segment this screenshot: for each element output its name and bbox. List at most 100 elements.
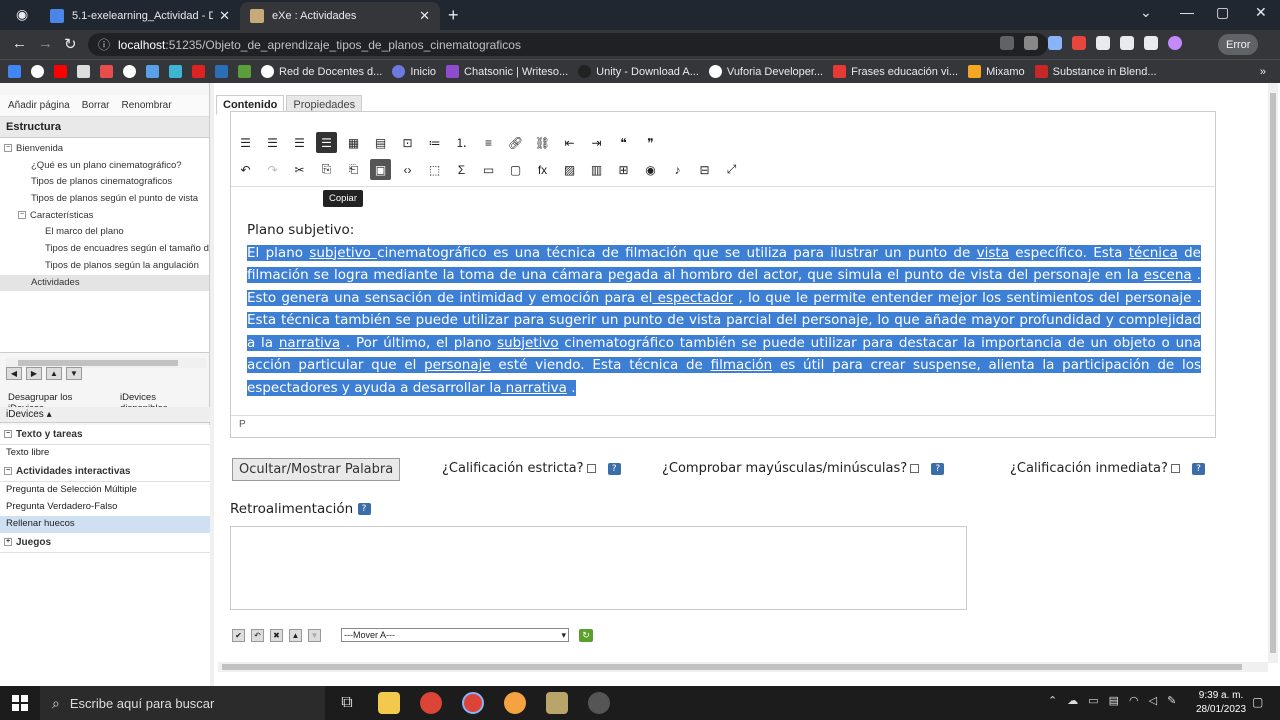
notifications-icon[interactable]: ▢ bbox=[1252, 695, 1263, 709]
align-icon[interactable]: ≡ bbox=[478, 132, 499, 153]
bookmark-unity[interactable]: Unity - Download A... bbox=[578, 65, 699, 78]
error-button[interactable]: Error bbox=[1218, 34, 1259, 55]
bookmark-icon[interactable] bbox=[123, 65, 136, 78]
undo-icon[interactable]: ↶ bbox=[235, 159, 256, 180]
layout-icon[interactable]: ▤ bbox=[370, 132, 391, 153]
close-icon[interactable]: ✕ bbox=[419, 8, 430, 24]
chrome-active-icon[interactable] bbox=[462, 692, 484, 714]
editor-content[interactable]: Plano subjetivo: El plano subjetivo cine… bbox=[247, 219, 1201, 399]
idevice-item[interactable]: Texto libre bbox=[0, 445, 210, 462]
paste-icon[interactable]: ⎗ bbox=[343, 159, 364, 180]
address-bar[interactable]: ⓘ localhost :51235/Objeto_de_aprendizaje… bbox=[88, 33, 1048, 56]
extension-icon[interactable] bbox=[1048, 36, 1062, 50]
star-icon[interactable] bbox=[1024, 36, 1038, 50]
network-icon[interactable]: ☁ bbox=[1067, 694, 1078, 707]
tree-node[interactable]: El marco del plano bbox=[0, 224, 209, 241]
battery-icon[interactable]: ▭ bbox=[1088, 694, 1098, 707]
scrollbar-thumb[interactable] bbox=[1270, 93, 1276, 653]
undo-icon[interactable]: ↶ bbox=[251, 628, 264, 642]
file-explorer-icon[interactable] bbox=[378, 692, 400, 714]
bookmark-mixamo[interactable]: Mixamo bbox=[968, 65, 1025, 78]
gap-word[interactable]: subjetivo bbox=[309, 244, 378, 261]
instant-checkbox[interactable] bbox=[1170, 464, 1180, 473]
copy-icon[interactable]: ⎘ bbox=[316, 159, 337, 180]
gap-word[interactable]: escena bbox=[1143, 267, 1192, 283]
taskbar-search[interactable]: ⌕ Escribe aquí para buscar bbox=[40, 686, 325, 720]
strict-checkbox[interactable] bbox=[586, 464, 596, 473]
gap-word[interactable]: filmación bbox=[710, 357, 773, 373]
info-icon[interactable]: ⓘ bbox=[98, 36, 110, 53]
scrollbar-thumb[interactable] bbox=[18, 360, 178, 366]
content-paragraph[interactable]: El plano subjetivo cinematográfico es un… bbox=[247, 242, 1201, 400]
bookmark-icon[interactable] bbox=[169, 65, 182, 78]
move-up-icon[interactable]: ▲ bbox=[46, 367, 62, 380]
gap-word[interactable]: subjetivo bbox=[497, 334, 559, 351]
reading-list-icon[interactable] bbox=[1120, 36, 1134, 50]
puzzle-icon[interactable] bbox=[1096, 36, 1110, 50]
align-right-icon[interactable]: ☰ bbox=[289, 132, 310, 153]
case-checkbox[interactable] bbox=[910, 464, 920, 473]
embed-icon[interactable]: ⬚ bbox=[424, 159, 445, 180]
close-icon[interactable]: ✕ bbox=[219, 8, 230, 24]
back-icon[interactable]: ← bbox=[12, 35, 27, 52]
move-to-select[interactable]: ---Mover A--- ▾ bbox=[341, 628, 569, 642]
vertical-scrollbar[interactable] bbox=[1268, 83, 1278, 663]
obs-icon[interactable] bbox=[588, 692, 610, 714]
gap-word[interactable]: personaje bbox=[424, 357, 491, 373]
align-justify-icon[interactable]: ☰ bbox=[316, 132, 337, 153]
outdent-icon[interactable]: ⇤ bbox=[559, 132, 580, 153]
category-text[interactable]: − Texto y tareas bbox=[0, 425, 210, 445]
bookmark-frases[interactable]: Frases educación vi... bbox=[833, 65, 958, 78]
reload-icon[interactable]: ↻ bbox=[64, 35, 77, 53]
table-icon[interactable]: ▦ bbox=[343, 132, 364, 153]
tree-node[interactable]: − Bienvenida bbox=[0, 141, 209, 158]
bookmark-red-docentes[interactable]: Red de Docentes d... bbox=[261, 65, 382, 78]
move-left-icon[interactable]: ◀ bbox=[6, 367, 22, 380]
align-left-icon[interactable]: ☰ bbox=[235, 132, 256, 153]
indent-icon[interactable]: ⇥ bbox=[586, 132, 607, 153]
media-icon[interactable]: ▥ bbox=[586, 159, 607, 180]
pen-icon[interactable]: ✎ bbox=[1167, 694, 1176, 707]
element-path[interactable]: P bbox=[239, 419, 246, 430]
delete-icon[interactable]: ✖ bbox=[270, 628, 283, 642]
bookmark-icon[interactable] bbox=[215, 65, 228, 78]
blockquote-icon[interactable]: ❝ bbox=[613, 132, 634, 153]
tree-node-selected[interactable]: Actividades bbox=[0, 274, 209, 292]
avatar[interactable] bbox=[1168, 36, 1182, 50]
bookmark-vuforia[interactable]: Vuforia Developer... bbox=[708, 65, 823, 78]
share-icon[interactable] bbox=[1000, 36, 1014, 50]
gap-word[interactable]: técnica bbox=[1128, 244, 1178, 261]
tree-node[interactable]: − Características bbox=[0, 208, 209, 225]
go-icon[interactable]: ↻ bbox=[579, 628, 593, 642]
comment-icon[interactable]: ▭ bbox=[478, 159, 499, 180]
move-up-icon[interactable]: ▲ bbox=[289, 628, 302, 642]
move-right-icon[interactable]: ▶ bbox=[26, 367, 42, 380]
bookmark-substance[interactable]: Substance in Blend... bbox=[1034, 65, 1157, 78]
idevice-item[interactable]: Pregunta Verdadero-Falso bbox=[0, 499, 210, 516]
forward-icon[interactable]: → bbox=[38, 35, 53, 52]
expand-icon[interactable]: + bbox=[4, 538, 12, 547]
numbered-list-icon[interactable]: ⒈ bbox=[451, 132, 472, 153]
chevron-down-icon[interactable]: ⌄ bbox=[1140, 4, 1152, 21]
cut-icon[interactable]: ✂ bbox=[289, 159, 310, 180]
volume-icon[interactable]: ◁ bbox=[1149, 694, 1157, 707]
image-icon[interactable]: ▨ bbox=[559, 159, 580, 180]
new-tab-icon[interactable]: + bbox=[448, 5, 459, 26]
rename-button[interactable]: Renombrar bbox=[122, 100, 172, 111]
sort-icon[interactable]: ▴ bbox=[47, 409, 52, 420]
exe-icon[interactable] bbox=[546, 692, 568, 714]
tab-exe[interactable]: eXe : Actividades ✕ bbox=[240, 2, 440, 30]
wifi-icon[interactable]: ◠ bbox=[1129, 694, 1139, 707]
audio-icon[interactable]: ◉ bbox=[640, 159, 661, 180]
collapse-icon[interactable]: − bbox=[4, 467, 12, 476]
tab-docs[interactable]: 5.1-exelearning_Actividad - Docu ✕ bbox=[40, 2, 240, 30]
bookmark-icon[interactable] bbox=[100, 65, 113, 78]
bookmark-inicio[interactable]: Inicio bbox=[392, 65, 436, 78]
feedback-editor[interactable] bbox=[230, 526, 967, 610]
code-icon[interactable]: ‹› bbox=[397, 159, 418, 180]
chrome-menu-icon[interactable]: ◉ bbox=[16, 6, 28, 23]
template-icon[interactable]: ⊡ bbox=[397, 132, 418, 153]
help-icon[interactable]: ? bbox=[1192, 462, 1206, 475]
idevices-header[interactable]: iDevices ▴ bbox=[0, 407, 210, 423]
help-icon[interactable]: ? bbox=[357, 503, 371, 515]
